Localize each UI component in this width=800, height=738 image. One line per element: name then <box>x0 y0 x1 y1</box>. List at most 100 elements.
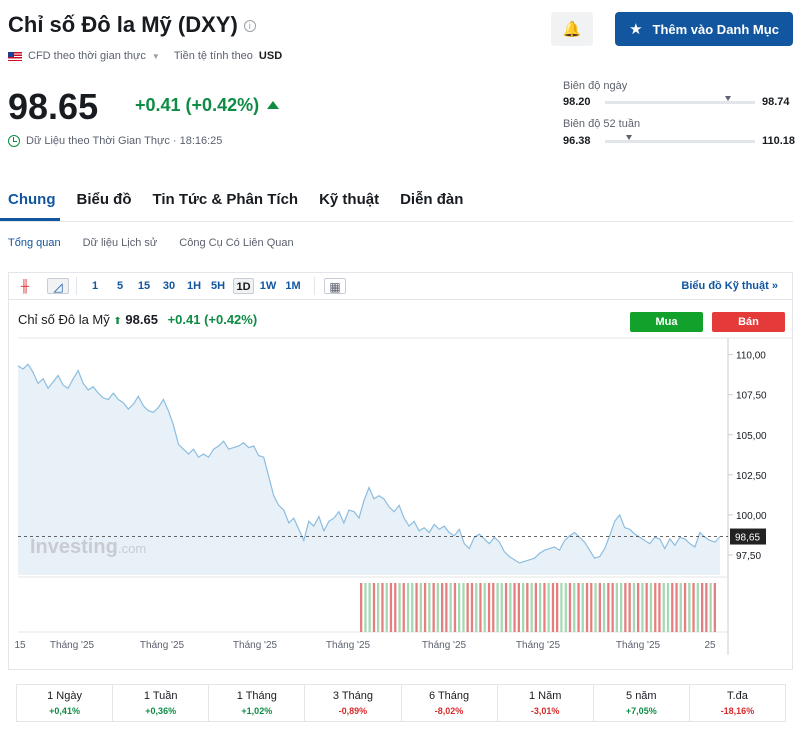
x-tick-label: Tháng '25 <box>616 640 661 651</box>
investing-watermark-suffix: .com <box>118 541 146 556</box>
volume-bar <box>389 583 393 632</box>
volume-bar <box>581 583 584 632</box>
volume-bar <box>598 583 601 632</box>
volume-bar <box>530 583 533 632</box>
volume-bar <box>470 583 474 632</box>
performance-value: -18,16% <box>720 706 755 716</box>
performance-period: T.đa <box>727 690 748 702</box>
performance-cell: T.đa -18,16% <box>690 685 785 721</box>
volume-bar <box>577 583 580 632</box>
performance-value: -8,02% <box>434 706 464 716</box>
x-tick-label: 25 <box>704 640 716 651</box>
volume-bar <box>564 583 567 632</box>
volume-bar <box>458 583 461 632</box>
volume-bar <box>585 583 589 632</box>
x-tick-label: Tháng '25 <box>422 640 467 651</box>
volume-bar <box>666 583 670 632</box>
volume-bar <box>368 583 371 632</box>
volume-bar <box>509 583 512 632</box>
volume-bar <box>556 583 559 632</box>
volume-bar <box>475 583 478 632</box>
volume-bar <box>568 583 572 632</box>
volume-bar <box>705 583 708 632</box>
performance-period: 1 Ngày <box>47 690 82 702</box>
volume-bar <box>645 583 648 632</box>
volume-bar <box>513 583 516 632</box>
volume-bar <box>436 583 439 632</box>
volume-bar <box>372 583 376 632</box>
volume-bar <box>590 583 593 632</box>
performance-cell: 6 Tháng -8,02% <box>402 685 498 721</box>
volume-bar <box>496 583 499 632</box>
performance-cell: 1 Năm -3,01% <box>498 685 594 721</box>
performance-period: 1 Tuần <box>143 690 178 702</box>
volume-bar <box>526 583 529 632</box>
performance-cell: 3 Tháng -0,89% <box>305 685 402 721</box>
volume-bar <box>688 583 691 632</box>
volume-bar <box>402 583 405 632</box>
volume-bar <box>479 583 482 632</box>
volume-bar <box>466 583 469 632</box>
volume-bar <box>423 583 427 632</box>
performance-value: +0,41% <box>49 706 80 716</box>
volume-bar <box>615 583 618 632</box>
y-tick-label: 102,50 <box>736 471 767 482</box>
volume-bar <box>551 583 555 632</box>
volume-bar <box>406 583 410 632</box>
performance-cell: 1 Tháng +1,02% <box>209 685 306 721</box>
investing-watermark: Investing <box>30 536 118 558</box>
volume-bar <box>492 583 495 632</box>
performance-period: 1 Tháng <box>236 690 277 702</box>
performance-cell: 1 Ngày +0,41% <box>17 685 114 721</box>
x-tick-label: Tháng '25 <box>50 640 95 651</box>
volume-bar <box>637 583 640 632</box>
x-tick-label: Tháng '25 <box>326 640 371 651</box>
volume-bar <box>628 583 631 632</box>
volume-bar <box>709 583 712 632</box>
volume-bar <box>504 583 508 632</box>
volume-bar <box>462 583 465 632</box>
volume-bar <box>449 583 452 632</box>
volume-bar <box>377 583 380 632</box>
volume-bar <box>679 583 682 632</box>
performance-value: +0,36% <box>145 706 177 716</box>
volume-bar <box>611 583 614 632</box>
volume-bar <box>428 583 431 632</box>
performance-period: 5 năm <box>626 690 657 702</box>
volume-bar <box>658 583 661 632</box>
performance-value: +7,05% <box>625 706 657 716</box>
volume-bar <box>483 583 486 632</box>
performance-table: 1 Ngày +0,41% 1 Tuần +0,36% 1 Tháng +1,02% 3 T… <box>16 684 786 722</box>
volume-bar <box>654 583 657 632</box>
volume-bar <box>487 583 491 632</box>
volume-bar <box>398 583 401 632</box>
volume-bar <box>662 583 665 632</box>
volume-bar <box>453 583 457 632</box>
volume-bar <box>394 583 397 632</box>
volume-bar <box>364 583 367 632</box>
volume-bar <box>602 583 606 632</box>
volume-bar <box>419 583 422 632</box>
volume-bar <box>432 583 435 632</box>
current-price-label: 98,65 <box>735 533 760 544</box>
volume-bar <box>641 583 644 632</box>
volume-bar <box>696 583 699 632</box>
volume-bar <box>385 583 388 632</box>
volume-bar <box>692 583 695 632</box>
volume-bar <box>573 583 576 632</box>
performance-period: 1 Năm <box>528 690 562 702</box>
volume-bar <box>517 583 520 632</box>
volume-bar <box>415 583 418 632</box>
performance-period: 6 Tháng <box>428 690 470 702</box>
volume-bar <box>620 583 623 632</box>
x-tick-label: Tháng '25 <box>233 640 278 651</box>
performance-cell: 1 Tuần +0,36% <box>113 685 210 721</box>
performance-period: 3 Tháng <box>332 690 374 702</box>
x-tick-label: 15 <box>14 640 26 651</box>
y-tick-label: 100,00 <box>736 511 767 522</box>
volume-bar <box>683 583 687 632</box>
x-tick-label: Tháng '25 <box>140 640 185 651</box>
performance-cell: 5 năm +7,05% <box>594 685 690 721</box>
volume-bar <box>411 583 414 632</box>
volume-bar <box>649 583 653 632</box>
